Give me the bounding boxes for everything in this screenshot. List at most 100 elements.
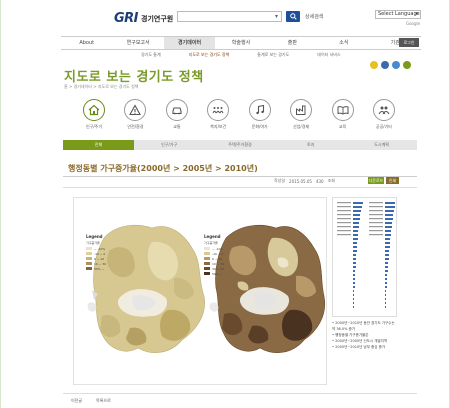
category-culture[interactable]: 문화/여가 xyxy=(245,99,275,130)
category-label: 교통 xyxy=(173,124,181,129)
category-education[interactable]: 교육 xyxy=(328,99,358,130)
category-label: 인구/주거 xyxy=(85,124,103,129)
page-frame: GRI 경기연구원 ▾ 상세검색 Select Language ▾ Googl… xyxy=(0,0,450,408)
category-bar: 인구/주거 안전/환경 교통 복지/보건 문화/여가 산업/경제 교육 공공/기… xyxy=(79,99,399,130)
login-button[interactable]: 로그인 xyxy=(399,38,419,47)
subnav-item-stats[interactable]: 경기도 통계 xyxy=(141,52,161,58)
category-housing[interactable]: 인구/주거 xyxy=(79,99,109,130)
page-title: 지도로 보는 경기도 정책 xyxy=(64,70,204,85)
legend-swatch xyxy=(204,267,210,270)
list-link[interactable]: 목록으로 xyxy=(96,398,111,404)
tab-housing[interactable]: 주택/주거환경 xyxy=(205,140,276,150)
search-icon xyxy=(289,13,297,20)
legend-left: Legend 가구증가율 ~ -10% -10 ~ 0 0 ~ 10 10 ~ … xyxy=(86,234,106,271)
legend-right: Legend 가구증가율 ~ -10% -10 ~ 0 0 ~ 10 10 ~ … xyxy=(204,234,224,276)
download-button[interactable]: 다운로드 xyxy=(368,177,384,184)
subnav-item-data-service[interactable]: 데이터 서비스 xyxy=(317,52,340,58)
category-traffic[interactable]: 교통 xyxy=(162,99,192,130)
legend-swatch xyxy=(204,252,210,255)
share-blog-icon[interactable] xyxy=(403,61,411,69)
legend-swatch xyxy=(204,262,210,265)
warning-icon xyxy=(124,99,147,121)
nav-item-data[interactable]: 경기데이터 xyxy=(163,37,216,49)
music-icon xyxy=(248,99,271,121)
tab-land[interactable]: 토지 xyxy=(275,140,346,150)
legend-title: Legend xyxy=(86,234,103,239)
share-kakao-icon[interactable] xyxy=(370,61,378,69)
date-label: 작성일 xyxy=(274,178,286,183)
people-icon xyxy=(207,99,230,121)
advanced-search-link[interactable]: 상세검색 xyxy=(305,13,323,20)
map-2010 xyxy=(209,225,326,353)
map-figure: Legend 가구증가율 ~ -10% -10 ~ 0 0 ~ 10 10 ~ … xyxy=(73,197,327,385)
language-select[interactable]: Select Language ▾ xyxy=(375,10,421,19)
search-input[interactable]: ▾ xyxy=(177,11,282,22)
group-icon xyxy=(372,99,395,121)
search-button[interactable] xyxy=(286,11,300,22)
ranking-bars xyxy=(337,202,395,308)
subnav-item-map-policy[interactable]: 지도로 보는 경기도 정책 xyxy=(189,52,230,58)
chevron-down-icon: ▾ xyxy=(415,11,418,17)
print-button[interactable]: 인쇄 xyxy=(386,177,399,184)
prev-post-link[interactable]: 이전글 xyxy=(71,398,82,404)
nav-item-publish[interactable]: 출판 xyxy=(267,37,318,49)
legend-label: 30% ~ xyxy=(94,266,105,271)
logo-text: 경기연구원 xyxy=(141,14,174,23)
nav-item-events[interactable]: 학술행사 xyxy=(215,37,266,49)
tab-all[interactable]: 전체 xyxy=(63,140,134,150)
subnav-item-stat-view[interactable]: 통계로 보는 경기도 xyxy=(257,52,289,58)
book-icon xyxy=(331,99,354,121)
legend-label: 0 ~ 10 xyxy=(94,256,105,261)
legend-label: 50% ~ xyxy=(212,271,223,276)
choropleth-maps xyxy=(87,225,326,353)
divider xyxy=(63,187,417,188)
nav-item-reports[interactable]: 연구보고서 xyxy=(112,37,163,49)
legend-label: 30 ~ 50 xyxy=(212,266,225,271)
home-icon xyxy=(83,99,105,121)
legend-title: Legend xyxy=(204,234,221,239)
legend-label: 10 ~ 30 xyxy=(94,261,107,266)
legend-swatch xyxy=(86,267,92,270)
category-label: 공공/기타 xyxy=(375,124,392,129)
share-buttons xyxy=(370,61,411,69)
legend-label: -10 ~ 0 xyxy=(94,251,106,256)
category-label: 문화/여가 xyxy=(251,124,268,129)
share-twitter-icon[interactable] xyxy=(392,61,400,69)
post-date: 2015.05.05 xyxy=(289,178,312,184)
section-title: 행정동별 가구증가율(2000년 > 2005년 > 2010년) xyxy=(68,164,258,173)
category-label: 안전/환경 xyxy=(127,124,144,129)
category-label: 교육 xyxy=(338,124,347,129)
category-public[interactable]: 공공/기타 xyxy=(369,99,399,130)
legend-subtitle: 가구증가율 xyxy=(204,241,218,245)
legend-swatch xyxy=(204,257,210,260)
nav-item-news[interactable]: 소식 xyxy=(318,37,369,49)
legend-label: 0 ~ 10 xyxy=(212,256,223,261)
legend-swatch xyxy=(204,272,210,275)
legend-swatch xyxy=(204,247,210,250)
tab-urban-planning[interactable]: 도시계획 xyxy=(346,140,417,150)
logo[interactable]: GRI 경기연구원 xyxy=(114,11,173,26)
category-welfare[interactable]: 복지/보건 xyxy=(203,99,233,130)
chevron-down-icon: ▾ xyxy=(274,13,278,20)
breadcrumb: 홈 > 경기데이터 > 지도로 보는 경기도 정책 xyxy=(64,84,139,89)
legend-swatch xyxy=(86,252,92,255)
legend-subtitle: 가구증가율 xyxy=(86,241,100,245)
car-icon xyxy=(165,99,188,121)
view-label: 조회 xyxy=(327,178,335,183)
legend-label: ~ -10% xyxy=(94,246,106,251)
category-industry[interactable]: 산업/경제 xyxy=(286,99,316,130)
nav-item-about[interactable]: About xyxy=(61,37,112,49)
factory-icon xyxy=(290,99,313,121)
tab-population[interactable]: 인구/가구 xyxy=(134,140,205,150)
post-footer: 이전글 목록으로 xyxy=(71,398,111,404)
category-label: 산업/경제 xyxy=(293,124,310,129)
category-safety[interactable]: 안전/환경 xyxy=(120,99,150,130)
header: GRI 경기연구원 ▾ 상세검색 Select Language ▾ Googl… xyxy=(1,8,449,30)
sub-nav: 경기도 통계 지도로 보는 경기도 정책 통계로 보는 경기도 데이터 서비스 xyxy=(141,52,341,58)
legend-swatch xyxy=(86,247,92,250)
legend-label: 10 ~ 30 xyxy=(212,261,225,266)
filter-tabs: 전체 인구/가구 주택/주거환경 토지 도시계획 xyxy=(63,140,417,150)
description-text: • 2000년~2010년 동안 경기도 가구수는 약 36.0% 증가 • 행… xyxy=(332,320,398,350)
share-facebook-icon[interactable] xyxy=(381,61,389,69)
divider xyxy=(63,393,417,394)
